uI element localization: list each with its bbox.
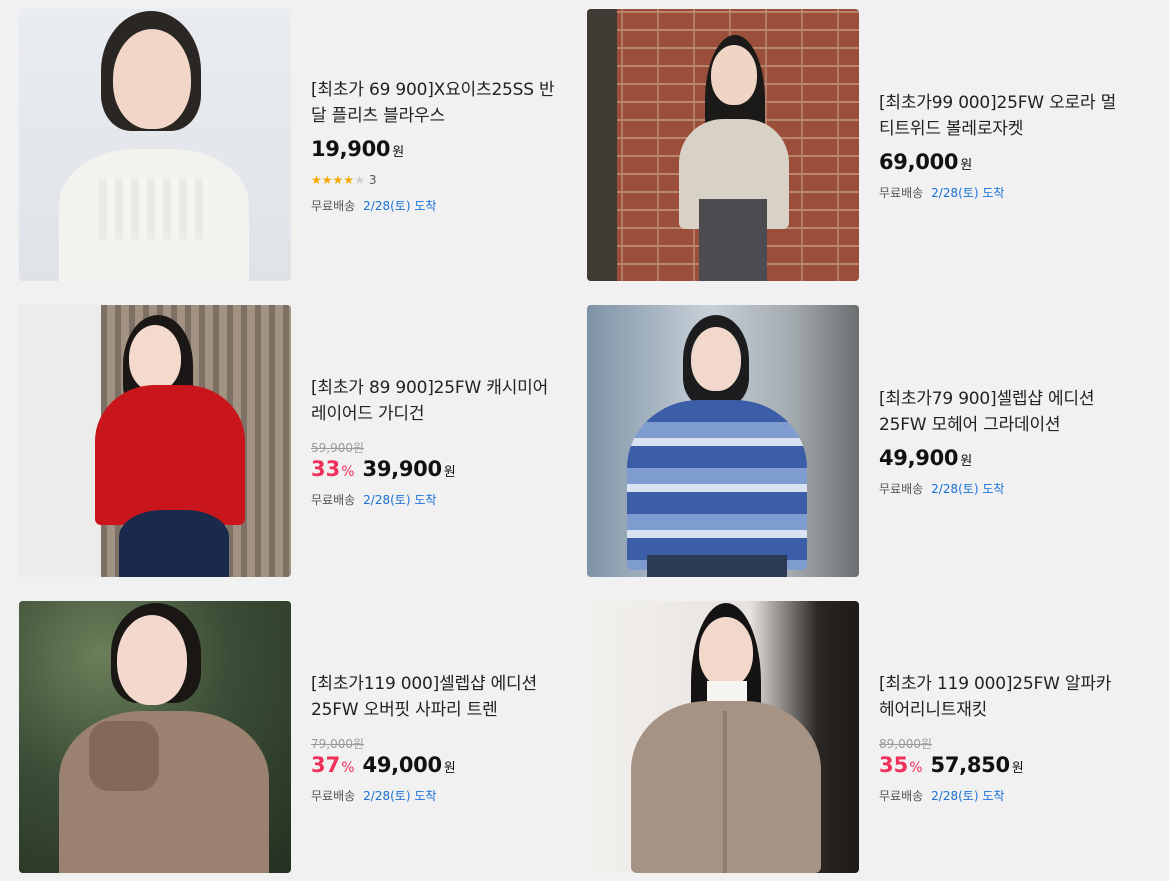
shipping-label: 무료배송 [879, 481, 924, 496]
rating-stars: ★ ★ ★ ★ ★ [311, 174, 365, 186]
product-image[interactable] [587, 9, 859, 281]
shipping-label: 무료배송 [879, 788, 924, 803]
percent-sign: % [909, 759, 923, 776]
product-price: 69,000 [879, 149, 959, 174]
discount-value: 37 [311, 752, 341, 777]
delivery-date: 2/28(토) 도착 [931, 481, 1005, 496]
product-price: 57,850 [930, 752, 1011, 777]
price-row: 19,900 원 [311, 137, 559, 161]
original-price: 89,000원 [879, 736, 933, 751]
shipping-label: 무료배송 [879, 185, 924, 200]
product-image[interactable] [19, 9, 291, 281]
product-info: [최초가119 000]셀렙샵 에디션 25FW 오버핏 사파리 트렌 79,0… [291, 601, 559, 873]
discount-value: 33 [311, 456, 341, 481]
percent-sign: % [341, 463, 355, 480]
original-price: 79,000원 [311, 736, 365, 751]
shipping-info: 무료배송 2/28(토) 도착 [311, 787, 559, 804]
shipping-info: 무료배송 2/28(토) 도착 [879, 787, 1127, 804]
discount-rate: 37% [311, 753, 355, 777]
product-image[interactable] [19, 601, 291, 873]
product-image[interactable] [19, 305, 291, 577]
shipping-label: 무료배송 [311, 788, 356, 803]
product-title[interactable]: [최초가79 900]셀렙샵 에디션 25FW 모헤어 그라데이션 [879, 386, 1127, 438]
product-card[interactable]: [최초가79 900]셀렙샵 에디션 25FW 모헤어 그라데이션 49,900… [587, 305, 1147, 577]
currency-unit: 원 [960, 157, 973, 173]
price-row: 69,000 원 [879, 150, 1127, 174]
price-row: 33% 39,900 원 [311, 457, 559, 481]
product-info: [최초가 69 900]X요이츠25SS 반달 플리츠 블라우스 19,900 원… [291, 9, 559, 281]
rating: ★ ★ ★ ★ ★ 3 [311, 173, 559, 187]
price-row: 37% 49,000 원 [311, 753, 559, 777]
product-title[interactable]: [최초가 119 000]25FW 알파카 헤어리니트재킷 [879, 671, 1127, 723]
star-icon: ★ [343, 172, 355, 187]
star-icon: ★ [332, 172, 344, 187]
product-grid: [최초가 69 900]X요이츠25SS 반달 플리츠 블라우스 19,900 원… [0, 0, 1169, 881]
star-icon: ★ [321, 172, 333, 187]
shipping-label: 무료배송 [311, 492, 356, 507]
star-icon: ★ [311, 172, 322, 187]
product-card[interactable]: [최초가119 000]셀렙샵 에디션 25FW 오버핏 사파리 트렌 79,0… [19, 601, 579, 873]
delivery-date: 2/28(토) 도착 [931, 185, 1005, 200]
product-image[interactable] [587, 601, 859, 873]
original-price: 59,900원 [311, 440, 365, 455]
product-title[interactable]: [최초가119 000]셀렙샵 에디션 25FW 오버핏 사파리 트렌 [311, 671, 559, 723]
shipping-info: 무료배송 2/28(토) 도착 [879, 184, 1127, 201]
delivery-date: 2/28(토) 도착 [363, 198, 437, 213]
product-card[interactable]: [최초가99 000]25FW 오로라 멀티트위드 볼레로자켓 69,000 원 … [587, 9, 1147, 281]
product-price: 49,000 [362, 752, 443, 777]
discount-value: 35 [879, 752, 909, 777]
rating-count: 3 [368, 172, 377, 187]
shipping-label: 무료배송 [311, 198, 356, 213]
product-price: 49,900 [879, 445, 959, 470]
shipping-info: 무료배송 2/28(토) 도착 [311, 491, 559, 508]
product-info: [최초가99 000]25FW 오로라 멀티트위드 볼레로자켓 69,000 원 … [859, 9, 1127, 281]
price-row: 49,900 원 [879, 446, 1127, 470]
currency-unit: 원 [443, 760, 456, 776]
product-image[interactable] [587, 305, 859, 577]
product-price: 39,900 [362, 456, 443, 481]
currency-unit: 원 [443, 464, 456, 480]
delivery-date: 2/28(토) 도착 [363, 788, 437, 803]
product-title[interactable]: [최초가 69 900]X요이츠25SS 반달 플리츠 블라우스 [311, 77, 559, 129]
discount-rate: 33% [311, 457, 355, 481]
product-card[interactable]: [최초가 89 900]25FW 캐시미어 레이어드 가디건 59,900원 3… [19, 305, 579, 577]
shipping-info: 무료배송 2/28(토) 도착 [311, 197, 559, 214]
product-card[interactable]: [최초가 119 000]25FW 알파카 헤어리니트재킷 89,000원 35… [587, 601, 1147, 873]
product-title[interactable]: [최초가 89 900]25FW 캐시미어 레이어드 가디건 [311, 375, 559, 427]
currency-unit: 원 [960, 453, 973, 469]
product-card[interactable]: [최초가 69 900]X요이츠25SS 반달 플리츠 블라우스 19,900 원… [19, 9, 579, 281]
product-info: [최초가79 900]셀렙샵 에디션 25FW 모헤어 그라데이션 49,900… [859, 305, 1127, 577]
price-row: 35% 57,850 원 [879, 753, 1127, 777]
star-icon: ★ [354, 172, 365, 187]
percent-sign: % [341, 759, 355, 776]
product-info: [최초가 119 000]25FW 알파카 헤어리니트재킷 89,000원 35… [859, 601, 1127, 873]
product-info: [최초가 89 900]25FW 캐시미어 레이어드 가디건 59,900원 3… [291, 305, 559, 577]
shipping-info: 무료배송 2/28(토) 도착 [879, 480, 1127, 497]
product-price: 19,900 [311, 136, 391, 161]
currency-unit: 원 [1011, 760, 1024, 776]
product-title[interactable]: [최초가99 000]25FW 오로라 멀티트위드 볼레로자켓 [879, 90, 1127, 142]
discount-rate: 35% [879, 753, 923, 777]
delivery-date: 2/28(토) 도착 [931, 788, 1005, 803]
delivery-date: 2/28(토) 도착 [363, 492, 437, 507]
currency-unit: 원 [392, 144, 405, 160]
